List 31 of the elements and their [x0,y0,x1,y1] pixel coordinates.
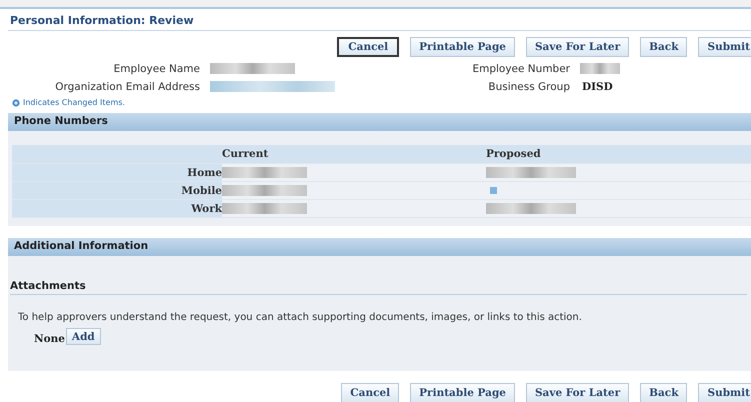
action-button[interactable]: Printable Page [410,37,515,57]
field-label: Employee Name [112,62,200,74]
action-button[interactable]: Printable Page [410,383,515,402]
action-button[interactable]: Back [640,383,688,402]
row-label: Home [12,164,222,181]
action-button[interactable]: Cancel [337,37,400,57]
subsection-header: Attachments [10,280,747,295]
add-button[interactable]: Add [66,328,101,345]
action-button[interactable]: Submit [698,383,751,402]
row-label: Mobile [12,182,222,199]
action-button[interactable]: Cancel [341,383,400,402]
action-button[interactable]: Save For Later [526,383,630,402]
action-button[interactable]: Submit [698,37,751,57]
redacted-value [490,187,497,194]
section-header: Additional Information [8,238,751,256]
redacted-value [580,63,620,74]
attachments-value: None [34,332,65,344]
column-header: Proposed [486,148,542,160]
field-value: DISD [582,80,613,92]
field-label: Organization Email Address [54,80,200,92]
action-button[interactable]: Save For Later [526,37,630,57]
column-header: Current [222,148,270,160]
section-header: Phone Numbers [8,113,751,131]
action-button[interactable]: Back [640,37,688,57]
help-text: To help approvers understand the request, you can attach supporting documents, images, or links to this action. [18,312,583,323]
field-label: Employee Number [471,62,570,74]
page-title: Personal Information: Review [8,9,751,31]
row-label: Work [12,200,222,217]
info-icon [12,98,20,106]
changed-items-note: Indicates Changed Items. [23,98,125,107]
field-label: Business Group [487,80,570,92]
